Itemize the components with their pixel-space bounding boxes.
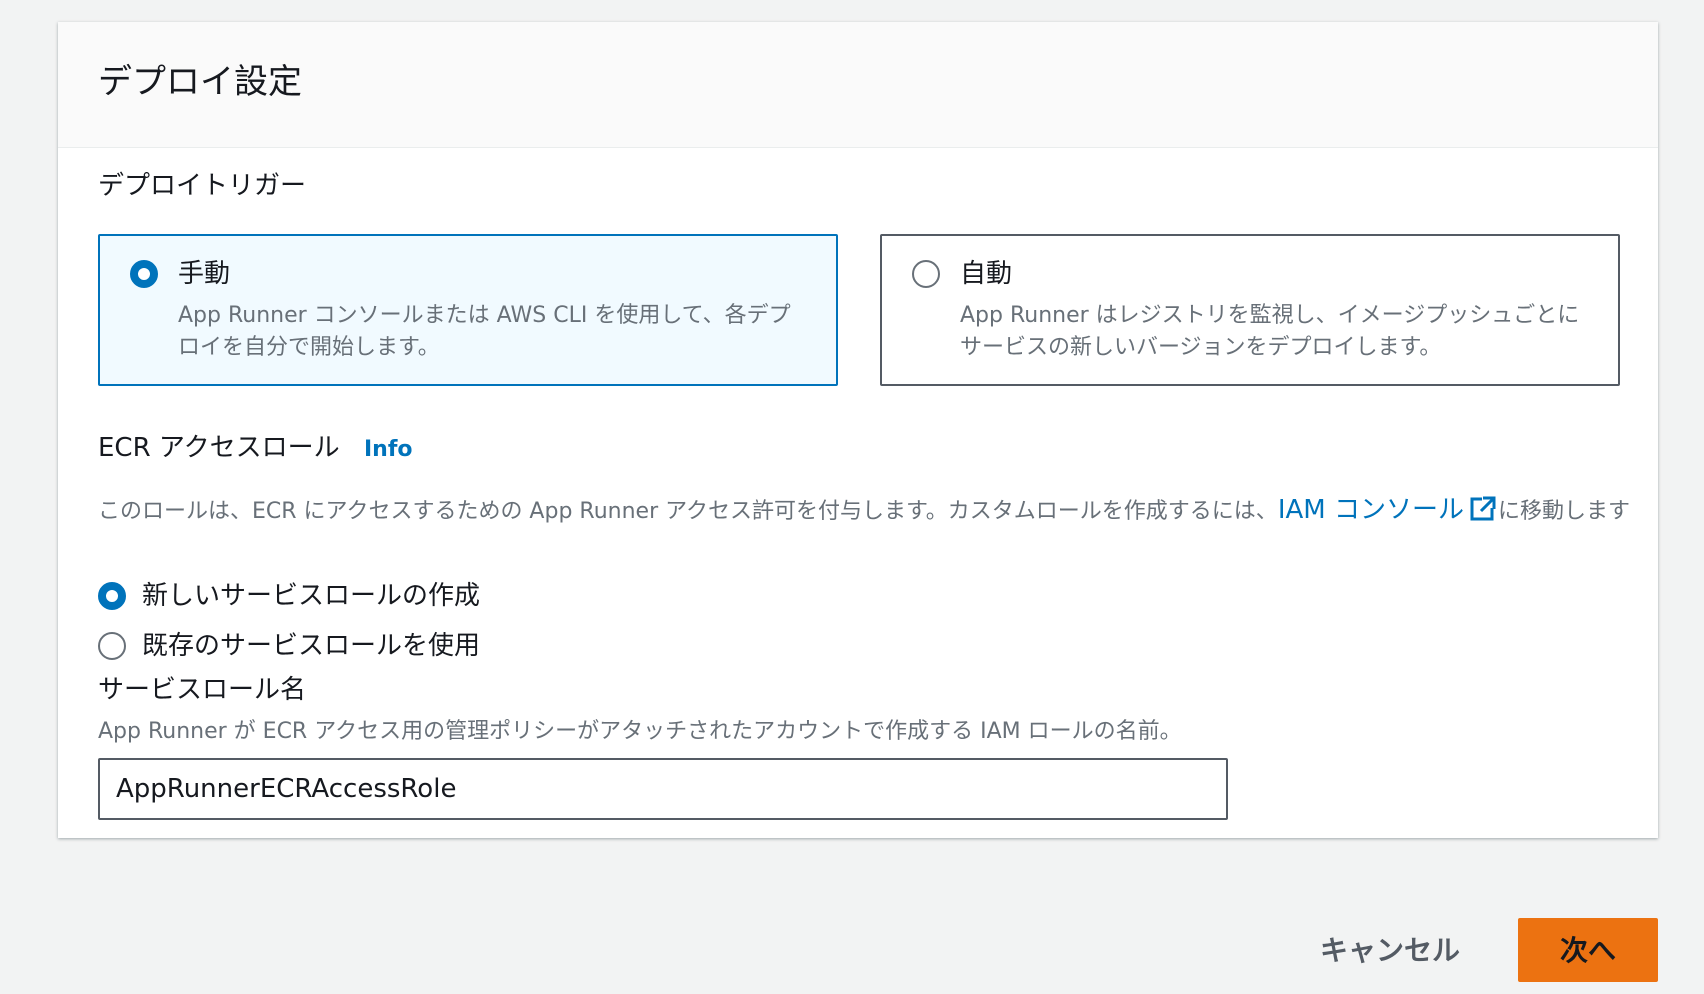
service-role-name-description: App Runner が ECR アクセス用の管理ポリシーがアタッチされたアカウ… — [98, 719, 1182, 744]
ecr-access-role-info-link[interactable]: Info — [364, 432, 413, 468]
use-existing-service-role-label: 既存のサービスロールを使用 — [142, 631, 481, 661]
deploy-trigger-manual-tile[interactable]: 手動 App Runner コンソールまたは AWS CLI を使用して、各デプ… — [98, 234, 838, 386]
ecr-access-role-description: このロールは、ECR にアクセスするための App Runner アクセス許可を… — [98, 492, 1658, 530]
next-button[interactable]: 次へ — [1518, 918, 1658, 982]
iam-console-link[interactable]: IAM コンソール — [1278, 495, 1498, 525]
panel-title: デプロイ設定 — [98, 62, 302, 102]
deploy-trigger-manual-radio[interactable] — [130, 260, 158, 288]
deploy-trigger-automatic-tile[interactable]: 自動 App Runner はレジストリを監視し、イメージプッシュごとにサービス… — [880, 234, 1620, 386]
deploy-settings-panel: デプロイ設定 デプロイトリガー 手動 App Runner コンソールまたは A… — [58, 22, 1658, 838]
create-new-service-role-radio[interactable] — [98, 582, 126, 610]
service-role-name-label: サービスロール名 — [98, 675, 307, 705]
create-new-service-role-label: 新しいサービスロールの作成 — [142, 581, 481, 611]
deploy-trigger-label: デプロイトリガー — [98, 171, 307, 201]
use-existing-service-role-option[interactable]: 既存のサービスロールを使用 — [98, 626, 480, 666]
ecr-access-role-label: ECR アクセスロール — [98, 433, 340, 463]
external-link-icon — [1470, 496, 1496, 521]
deploy-trigger-automatic-radio[interactable] — [912, 260, 940, 288]
cancel-button[interactable]: キャンセル — [1310, 918, 1470, 982]
service-role-name-input[interactable] — [98, 758, 1228, 820]
ecr-access-role-description-text: このロールは、ECR にアクセスするための App Runner アクセス許可を… — [98, 499, 1278, 524]
create-new-service-role-option[interactable]: 新しいサービスロールの作成 — [98, 576, 480, 616]
deploy-trigger-automatic-description: App Runner はレジストリを監視し、イメージプッシュごとにサービスの新し… — [960, 303, 1580, 360]
iam-console-link-label[interactable]: IAM コンソール — [1278, 495, 1464, 525]
deploy-trigger-manual-title: 手動 — [178, 259, 231, 289]
ecr-access-role-description-suffix: に移動します — [1497, 499, 1630, 524]
deploy-trigger-manual-description: App Runner コンソールまたは AWS CLI を使用して、各デプロイを… — [178, 303, 791, 360]
deploy-trigger-automatic-title: 自動 — [960, 259, 1013, 289]
use-existing-service-role-radio[interactable] — [98, 632, 126, 660]
panel-header: デプロイ設定 — [58, 22, 1658, 148]
